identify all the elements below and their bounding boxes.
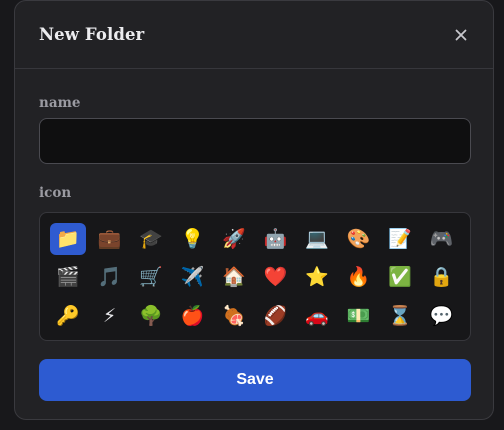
palette-icon: 🎨 — [346, 227, 371, 250]
graduation-cap-icon-option[interactable]: 🎓 — [133, 223, 169, 255]
graduation-cap-icon: 🎓 — [139, 227, 163, 250]
laptop-icon: 💻 — [305, 227, 329, 250]
music-note-icon: 🎵 — [97, 266, 122, 288]
lightbulb-icon: 💡 — [180, 227, 205, 250]
clapper-board-icon-option[interactable]: 🎬 — [50, 262, 86, 294]
house-icon-option[interactable]: 🏠 — [216, 262, 252, 294]
save-button[interactable]: Save — [39, 359, 471, 401]
hourglass-icon: ⌛ — [388, 304, 412, 327]
robot-icon-option[interactable]: 🤖 — [258, 223, 294, 255]
speech-bubble-icon-option[interactable]: 💬 — [424, 300, 460, 332]
lock-icon: 🔒 — [429, 266, 454, 288]
game-controller-icon-option[interactable]: 🎮 — [424, 223, 460, 255]
memo-icon: 📝 — [388, 227, 412, 250]
briefcase-icon: 💼 — [97, 227, 122, 250]
dialog-header: New Folder — [15, 1, 493, 69]
house-icon: 🏠 — [222, 266, 246, 288]
money-icon-option[interactable]: 💵 — [341, 300, 377, 332]
dialog-title: New Folder — [39, 25, 145, 44]
fire-icon-option[interactable]: 🔥 — [341, 262, 377, 294]
folder-icon-option[interactable]: 📁 — [50, 223, 86, 255]
music-note-icon-option[interactable]: 🎵 — [92, 262, 128, 294]
shopping-cart-icon-option[interactable]: 🛒 — [133, 262, 169, 294]
speech-bubble-icon: 💬 — [429, 304, 454, 327]
car-icon: 🚗 — [305, 304, 329, 327]
rocket-icon-option[interactable]: 🚀 — [216, 223, 252, 255]
rocket-icon: 🚀 — [222, 227, 246, 250]
name-input[interactable] — [39, 118, 471, 164]
fire-icon: 🔥 — [346, 266, 371, 288]
clapper-board-icon: 🎬 — [56, 266, 80, 288]
money-icon: 💵 — [346, 304, 371, 327]
close-icon — [455, 29, 467, 40]
laptop-icon-option[interactable]: 💻 — [299, 223, 335, 255]
shopping-cart-icon: 🛒 — [139, 266, 163, 288]
check-mark-icon-option[interactable]: ✅ — [382, 262, 418, 294]
folder-icon: 📁 — [56, 227, 80, 250]
check-mark-icon: ✅ — [388, 266, 412, 288]
star-icon-option[interactable]: ⭐ — [299, 262, 335, 294]
football-icon: 🏈 — [263, 304, 288, 327]
memo-icon-option[interactable]: 📝 — [382, 223, 418, 255]
close-button[interactable] — [449, 23, 473, 47]
lightning-icon: ⚡ — [102, 304, 117, 327]
dialog-body: name icon 📁 💼 🎓 💡 🚀 🤖 💻 🎨 📝 🎮 🎬 🎵 🛒 ✈️ 🏠 ❤️ ⭐ 🔥 ✅ 🔒 🔑 ⚡ 🌳 🍎 🍖 🏈 🚗 💵… — [15, 94, 493, 401]
meat-on-bone-icon: 🍖 — [222, 304, 246, 327]
key-icon: 🔑 — [56, 304, 80, 327]
apple-icon-option[interactable]: 🍎 — [175, 300, 211, 332]
icon-picker-grid: 📁 💼 🎓 💡 🚀 🤖 💻 🎨 📝 🎮 🎬 🎵 🛒 ✈️ 🏠 ❤️ ⭐ 🔥 ✅ 🔒 🔑 ⚡ 🌳 🍎 🍖 🏈 🚗 💵 ⌛ 💬 — [39, 212, 471, 341]
apple-icon: 🍎 — [180, 304, 205, 327]
football-icon-option[interactable]: 🏈 — [258, 300, 294, 332]
game-controller-icon: 🎮 — [429, 227, 454, 250]
briefcase-icon-option[interactable]: 💼 — [92, 223, 128, 255]
palette-icon-option[interactable]: 🎨 — [341, 223, 377, 255]
car-icon-option[interactable]: 🚗 — [299, 300, 335, 332]
tree-icon: 🌳 — [139, 304, 163, 327]
star-icon: ⭐ — [305, 266, 329, 288]
airplane-icon: ✈️ — [180, 266, 205, 288]
robot-icon: 🤖 — [263, 227, 288, 250]
lock-icon-option[interactable]: 🔒 — [424, 262, 460, 294]
heart-icon: ❤️ — [263, 266, 288, 288]
heart-icon-option[interactable]: ❤️ — [258, 262, 294, 294]
lightbulb-icon-option[interactable]: 💡 — [175, 223, 211, 255]
name-label: name — [39, 95, 81, 111]
icon-label: icon — [39, 185, 72, 201]
hourglass-icon-option[interactable]: ⌛ — [382, 300, 418, 332]
lightning-icon-option[interactable]: ⚡ — [92, 300, 128, 332]
new-folder-dialog: New Folder name icon 📁 💼 🎓 💡 🚀 🤖 💻 🎨 📝 🎮 🎬 🎵 🛒 ✈️ 🏠 ❤️ ⭐… — [14, 0, 494, 420]
key-icon-option[interactable]: 🔑 — [50, 300, 86, 332]
meat-on-bone-icon-option[interactable]: 🍖 — [216, 300, 252, 332]
tree-icon-option[interactable]: 🌳 — [133, 300, 169, 332]
airplane-icon-option[interactable]: ✈️ — [175, 262, 211, 294]
